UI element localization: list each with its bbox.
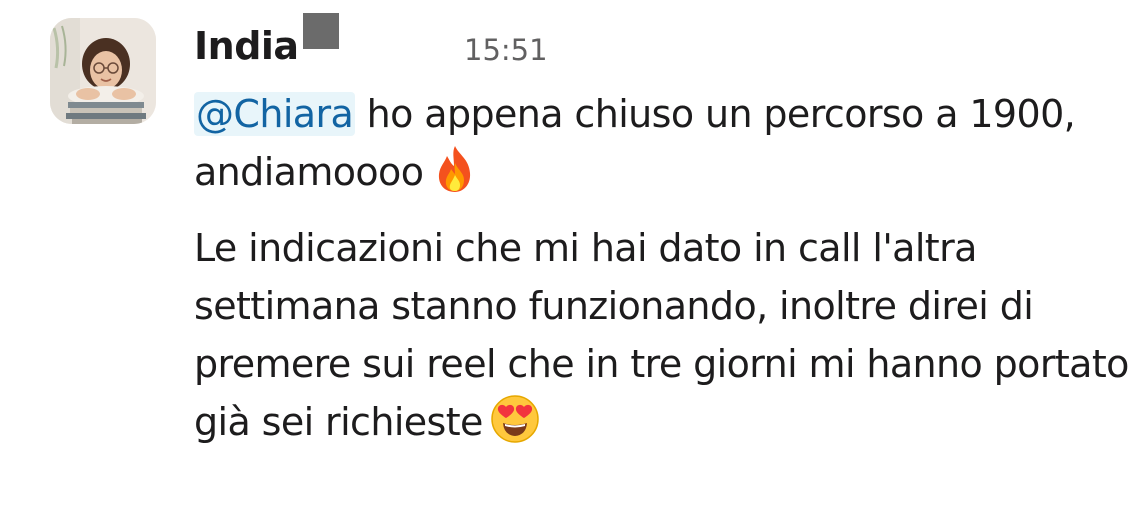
chat-message: India 15:51 @Chiara ho appena chiuso un … — [0, 0, 1140, 512]
message-paragraph: @Chiara ho appena chiuso un percorso a 1… — [194, 85, 1129, 201]
sender-name[interactable]: India — [194, 20, 299, 72]
message-paragraph: Le indicazioni che mi hai dato in call l… — [194, 219, 1129, 451]
user-mention[interactable]: @Chiara — [194, 92, 356, 136]
profile-photo-icon — [50, 18, 156, 124]
message-text: Le indicazioni che mi hai dato in call l… — [194, 226, 1129, 444]
message-body: @Chiara ho appena chiuso un percorso a 1… — [194, 85, 1129, 451]
avatar[interactable] — [50, 18, 156, 124]
message-timestamp[interactable]: 15:51 — [464, 28, 548, 72]
fire-emoji-icon — [429, 143, 481, 195]
heart-eyes-emoji-icon — [489, 393, 541, 445]
status-badge — [303, 13, 339, 49]
